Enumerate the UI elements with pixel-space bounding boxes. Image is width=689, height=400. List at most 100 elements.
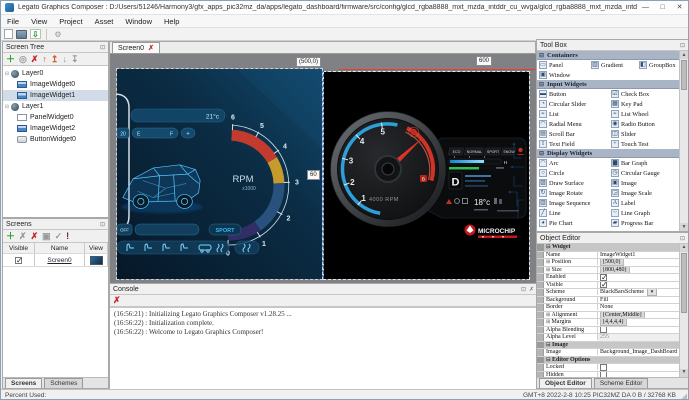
prop-image[interactable]: ImageBackground_Image_DashBoard [537,349,688,357]
tool-image-scale[interactable]: ◲Image Scale [609,188,679,198]
toolbox-scrollbar[interactable]: ▲ ▼ [679,51,688,231]
delete-screen-icon[interactable]: ✗ [31,231,39,242]
move-up-icon[interactable]: ↑ [42,54,47,65]
prop-section-editor-options[interactable]: Editor Options [537,357,688,365]
tool-scroll-bar[interactable]: ▤Scroll Bar [537,129,609,139]
tab-schemes[interactable]: Schemes [44,378,83,388]
new-project-icon[interactable] [4,29,13,39]
enabled-checkbox[interactable] [600,274,607,281]
tool-circular-gauge[interactable]: ◷Circular Gauge [609,168,679,178]
pin-icon[interactable]: ⊡ [521,286,526,293]
tree-node-layer1[interactable]: ⊟ Layer1 [3,101,108,112]
tab-object-editor[interactable]: Object Editor [539,378,592,388]
tool-panel[interactable]: ▭Panel [537,60,589,70]
prop-border[interactable]: BorderNone▼ [537,304,688,312]
tool-groupbox[interactable]: ◧GroupBox [637,60,679,70]
scroll-down-icon[interactable]: ▼ [680,369,688,377]
screen-thumbnail[interactable] [90,256,103,265]
tool-bar-graph[interactable]: ▆Bar Graph [609,158,679,168]
menu-view[interactable]: View [25,15,53,28]
duplicate-screen-icon[interactable]: ▣ [42,231,51,242]
move-bottom-icon[interactable]: ↧ [71,54,79,65]
locked-checkbox[interactable] [600,364,607,371]
tree-node-panelwidget0[interactable]: PanelWidget0 [3,112,108,123]
close-panel-icon[interactable]: ✗ [529,286,534,293]
add-screen-icon[interactable]: ＋ [6,231,15,242]
prop-visible[interactable]: Visible [537,282,688,290]
tool-circle[interactable]: ○Circle [537,168,609,178]
screen-row-screen0[interactable]: Screen0 [3,254,108,267]
pin-icon[interactable]: ⊡ [100,221,105,228]
section-display-widgets[interactable]: Display Widgets [537,149,688,158]
scheme-dropdown-icon[interactable]: ▼ [647,289,657,296]
tool-checkbox[interactable]: ☑Check Box [609,89,679,99]
prop-section-widget[interactable]: Widget [537,244,688,252]
tool-touch-test[interactable]: +Touch Test [609,139,679,149]
visible-checkbox[interactable] [600,282,607,289]
move-down-icon[interactable]: ↓ [62,54,67,65]
resize-grip[interactable]: ◢ [682,392,687,400]
tool-gradient[interactable]: ▥Gradient [589,60,637,70]
save-project-icon[interactable]: ⇩ [30,29,41,39]
tab-screens[interactable]: Screens [5,378,42,388]
object-editor-scrollbar[interactable]: ▲ ▼ [679,244,688,377]
remove-screen-icon[interactable]: ✗ [19,231,27,242]
section-input-widgets[interactable]: Input Widgets [537,80,688,89]
tab-scheme-editor[interactable]: Scheme Editor [594,378,649,388]
tool-button[interactable]: ▬Button [537,89,609,99]
tool-radial-menu[interactable]: ◠Radial Menu [537,119,609,129]
tool-circular-slider[interactable]: ◔Circular Slider [537,99,609,109]
section-containers[interactable]: Containers [537,51,688,60]
validate-screen-icon[interactable]: ✓ [55,231,63,242]
design-canvas[interactable]: 21°c 20 E F + [110,54,537,283]
delete-widget-icon[interactable]: ✗ [31,54,39,65]
widget-imagewidget1-selected[interactable]: 1 2 3 4 5 B 4000 RPM [324,72,529,279]
scroll-up-icon[interactable]: ▲ [680,51,688,59]
menu-file[interactable]: File [1,15,25,28]
clear-console-icon[interactable]: ✗ [113,295,121,306]
prop-alignment[interactable]: Alignment[Center,Middle] [537,312,688,320]
tool-image[interactable]: ▣Image [609,178,679,188]
pin-icon[interactable]: ⊡ [680,235,685,242]
prop-section-image[interactable]: Image [537,342,688,350]
tool-list-wheel[interactable]: ≡List Wheel [609,109,679,119]
scroll-up-icon[interactable]: ▲ [680,244,688,252]
tree-node-imagewidget0[interactable]: ImageWidget0 [3,79,108,90]
open-project-icon[interactable] [16,30,27,39]
settings-gear-icon[interactable]: ⚙ [52,29,64,40]
alpha-blending-checkbox[interactable] [600,327,607,334]
tool-label[interactable]: ALabel [609,198,679,208]
close-tab-icon[interactable]: ✗ [148,44,154,52]
tool-arc[interactable]: ◠Arc [537,158,609,168]
tree-node-imagewidget2[interactable]: ImageWidget2 [3,123,108,134]
prop-locked[interactable]: Locked [537,364,688,372]
tool-image-rotate[interactable]: ↻Image Rotate [537,188,609,198]
prop-scheme[interactable]: SchemeBlackBarsScheme▼ [537,289,688,297]
prop-name[interactable]: NameImageWidget1 [537,252,688,260]
add-widget-icon[interactable]: ＋ [6,54,15,65]
tool-radio-button[interactable]: ◉Radio Button [609,119,679,129]
scrollbar-thumb[interactable] [681,253,687,313]
tree-node-layer0[interactable]: ⊟ Layer0 [3,68,108,79]
clone-widget-icon[interactable]: ◎ [19,54,27,65]
prop-alpha-level[interactable]: Alpha Level255▲▼ [537,334,688,342]
pin-icon[interactable]: ⊡ [680,42,685,49]
tool-line-graph[interactable]: ~Line Graph [609,208,679,218]
tool-keypad[interactable]: ▦Key Pad [609,99,679,109]
tool-slider[interactable]: ◫Slider [609,129,679,139]
tool-text-field[interactable]: IText Field [537,139,609,149]
prop-alpha-blending[interactable]: Alpha Blending [537,327,688,335]
tool-draw-surface[interactable]: ▨Draw Surface [537,178,609,188]
collapse-icon[interactable]: ⊟ [3,104,11,110]
screen-name-link[interactable]: Screen0 [47,257,71,264]
scroll-down-icon[interactable]: ▼ [680,223,688,231]
prop-enabled[interactable]: Enabled [537,274,688,282]
menu-window[interactable]: Window [119,15,158,28]
collapse-icon[interactable]: ⊟ [3,71,11,77]
tool-window[interactable]: ▣Window [537,70,589,80]
screen-visible-checkbox[interactable] [15,257,22,264]
prop-size[interactable]: Size[800,480] [537,267,688,275]
minimize-button[interactable]: — [637,2,654,14]
warning-icon[interactable]: ! [66,231,69,242]
close-button[interactable]: ✕ [671,2,688,14]
